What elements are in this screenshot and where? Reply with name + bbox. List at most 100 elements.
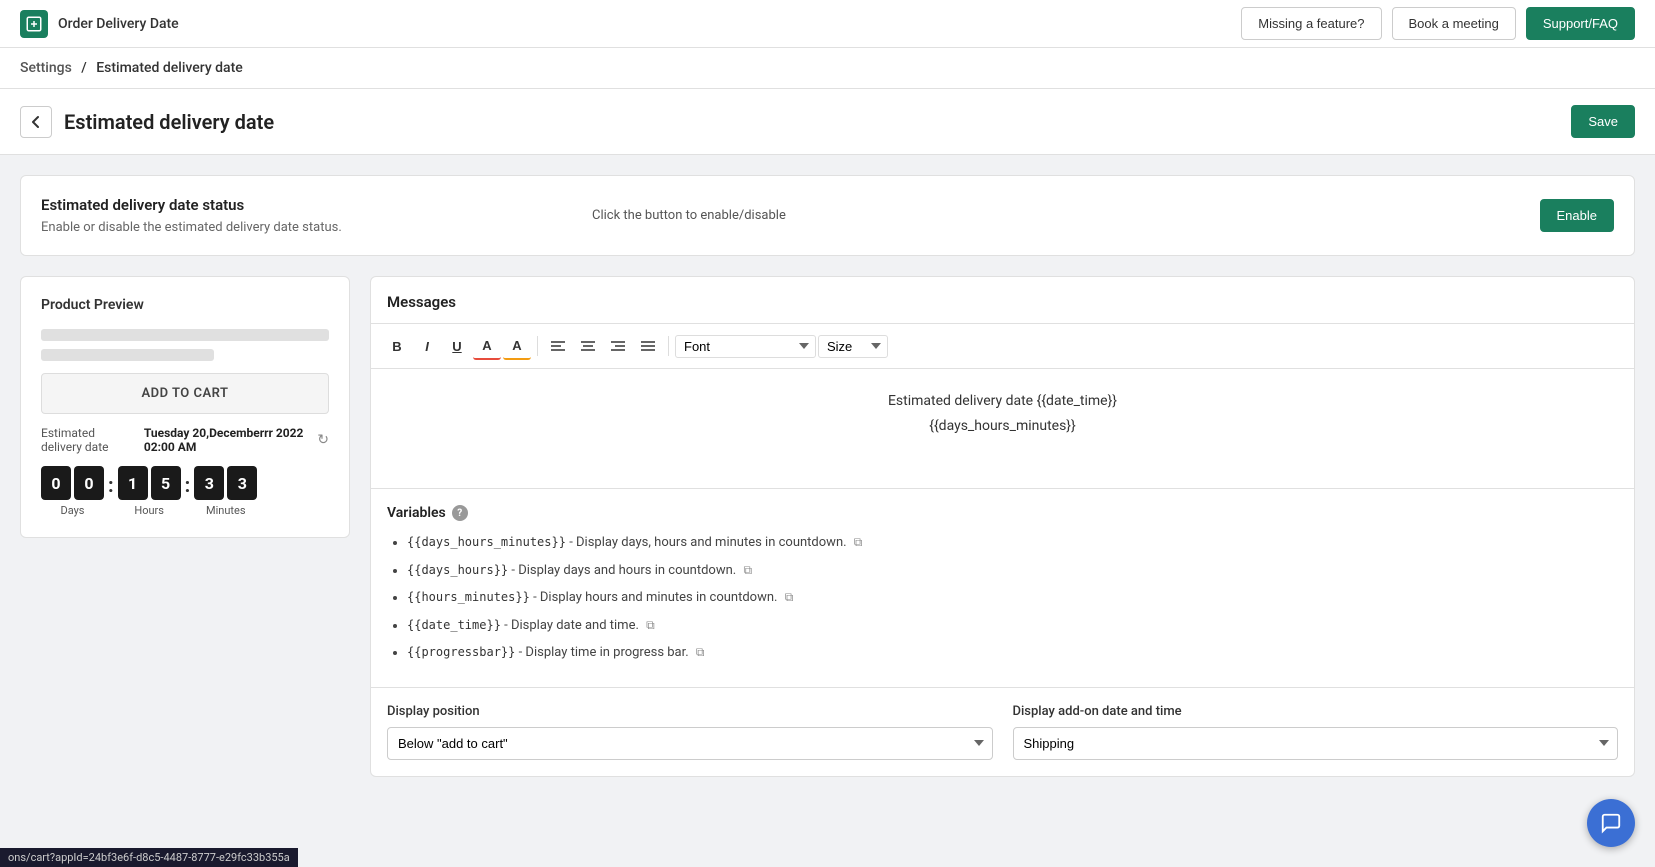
countdown-days-d1: 0 <box>41 466 71 500</box>
copy-icon-1[interactable]: ⧉ <box>854 535 863 549</box>
copy-icon-3[interactable]: ⧉ <box>785 590 794 604</box>
book-meeting-button[interactable]: Book a meeting <box>1392 7 1516 40</box>
delivery-text: Estimated delivery date <box>41 426 138 454</box>
var-code-2[interactable]: {{days_hours}} <box>407 563 508 577</box>
product-preview-title: Product Preview <box>41 297 329 313</box>
countdown-days-label: Days <box>60 504 84 517</box>
font-select[interactable]: Font Arial Georgia Times New Roman <box>675 335 816 358</box>
display-position-group: Display position Below "add to cart" Abo… <box>387 704 993 760</box>
app-logo-icon <box>25 15 43 33</box>
chat-icon <box>1600 812 1622 834</box>
countdown-colon-1: : <box>108 473 114 497</box>
help-icon[interactable]: ? <box>452 505 468 521</box>
add-to-cart-button[interactable]: ADD TO CART <box>41 373 329 414</box>
url-bar: ons/cart?appId=24bf3e6f-d8c5-4487-8777-e… <box>0 848 298 867</box>
underline-button[interactable]: U <box>443 332 471 360</box>
var-code-5[interactable]: {{progressbar}} <box>407 645 515 659</box>
missing-feature-button[interactable]: Missing a feature? <box>1241 7 1381 40</box>
countdown-days-group: 0 0 Days <box>41 466 104 517</box>
size-select[interactable]: Size 12 14 16 18 <box>818 335 888 358</box>
delivery-info: Estimated delivery date Tuesday 20,Decem… <box>41 426 329 454</box>
list-item: {{days_hours}} - Display days and hours … <box>407 561 1618 581</box>
list-item: {{progressbar}} - Display time in progre… <box>407 643 1618 663</box>
app-title: Order Delivery Date <box>58 16 179 32</box>
page-title: Estimated delivery date <box>64 110 274 134</box>
url-text: ons/cart?appId=24bf3e6f-d8c5-4487-8777-e… <box>8 851 290 864</box>
enable-button[interactable]: Enable <box>1540 199 1614 232</box>
countdown-hours-group: 1 5 Hours <box>118 466 181 517</box>
var-code-1[interactable]: {{days_hours_minutes}} <box>407 535 566 549</box>
align-center-button[interactable] <box>574 332 602 360</box>
display-row: Display position Below "add to cart" Abo… <box>371 687 1634 776</box>
list-item: {{hours_minutes}} - Display hours and mi… <box>407 588 1618 608</box>
var-desc-3: - Display hours and minutes in countdown… <box>533 590 781 605</box>
page-header-left: Estimated delivery date <box>20 106 274 138</box>
preview-line-2 <box>41 349 214 361</box>
copy-icon-4[interactable]: ⧉ <box>646 618 655 632</box>
display-position-select[interactable]: Below "add to cart" Above "add to cart" … <box>387 727 993 760</box>
countdown-days-d2: 0 <box>74 466 104 500</box>
breadcrumb: Settings / Estimated delivery date <box>20 60 243 76</box>
italic-button[interactable]: I <box>413 332 441 360</box>
col-left: Product Preview ADD TO CART Estimated de… <box>20 276 350 538</box>
var-desc-2: - Display days and hours in countdown. <box>511 563 739 578</box>
save-button[interactable]: Save <box>1571 105 1635 138</box>
countdown-hours-d1: 1 <box>118 466 148 500</box>
variables-list: {{days_hours_minutes}} - Display days, h… <box>387 533 1618 663</box>
var-code-3[interactable]: {{hours_minutes}} <box>407 590 530 604</box>
app-logo <box>20 10 48 38</box>
status-desc: Enable or disable the estimated delivery… <box>41 220 552 235</box>
display-addon-select[interactable]: Shipping Processing Both <box>1013 727 1619 760</box>
align-left-button[interactable] <box>544 332 572 360</box>
refresh-icon[interactable]: ↻ <box>317 432 329 448</box>
two-col-layout: Product Preview ADD TO CART Estimated de… <box>20 276 1635 777</box>
countdown-minutes-d2: 3 <box>227 466 257 500</box>
countdown-minutes-group: 3 3 Minutes <box>194 466 257 517</box>
status-right: Click the button to enable/disable Enabl… <box>552 199 1614 232</box>
chat-bubble-button[interactable] <box>1587 799 1635 847</box>
var-desc-4: - Display date and time. <box>504 618 642 633</box>
status-left: Estimated delivery date status Enable or… <box>41 196 552 235</box>
messages-title: Messages <box>371 277 1634 323</box>
status-title: Estimated delivery date status <box>41 196 552 214</box>
countdown: 0 0 Days : 1 5 Hours : <box>41 466 329 517</box>
toolbar-divider-2 <box>668 336 669 356</box>
align-right-button[interactable] <box>604 332 632 360</box>
font-color-button[interactable]: A <box>473 332 501 360</box>
messages-card: Messages B I U A A <box>370 276 1635 777</box>
variables-title: Variables ? <box>387 505 1618 521</box>
bold-button[interactable]: B <box>383 332 411 360</box>
var-code-4[interactable]: {{date_time}} <box>407 618 501 632</box>
display-position-label: Display position <box>387 704 993 719</box>
editor-line-2: {{days_hours_minutes}} <box>391 414 1614 439</box>
copy-icon-5[interactable]: ⧉ <box>696 645 705 659</box>
back-button[interactable] <box>20 106 52 138</box>
list-item: {{days_hours_minutes}} - Display days, h… <box>407 533 1618 553</box>
product-preview-card: Product Preview ADD TO CART Estimated de… <box>20 276 350 538</box>
toolbar-divider-1 <box>537 336 538 356</box>
justify-button[interactable] <box>634 332 662 360</box>
editor-area[interactable]: Estimated delivery date {{date_time}} {{… <box>371 369 1634 489</box>
display-addon-group: Display add-on date and time Shipping Pr… <box>1013 704 1619 760</box>
var-desc-1: - Display days, hours and minutes in cou… <box>569 535 850 550</box>
countdown-hours-digits: 1 5 <box>118 466 181 500</box>
preview-line-1 <box>41 329 329 341</box>
countdown-hours-d2: 5 <box>151 466 181 500</box>
breadcrumb-separator: / <box>81 60 86 76</box>
status-note: Click the button to enable/disable <box>592 208 786 223</box>
countdown-days-digits: 0 0 <box>41 466 104 500</box>
var-desc-5: - Display time in progress bar. <box>519 645 692 660</box>
countdown-minutes-d1: 3 <box>194 466 224 500</box>
topbar: Order Delivery Date Missing a feature? B… <box>0 0 1655 48</box>
editor-toolbar: B I U A A <box>371 323 1634 369</box>
support-faq-button[interactable]: Support/FAQ <box>1526 7 1635 40</box>
variables-label: Variables <box>387 505 446 521</box>
breadcrumb-parent[interactable]: Settings <box>20 60 72 76</box>
topbar-left: Order Delivery Date <box>20 10 179 38</box>
back-arrow-icon <box>29 115 43 129</box>
main-content: Estimated delivery date status Enable or… <box>0 175 1655 797</box>
breadcrumb-bar: Settings / Estimated delivery date <box>0 48 1655 89</box>
countdown-minutes-label: Minutes <box>206 504 246 517</box>
copy-icon-2[interactable]: ⧉ <box>743 563 752 577</box>
bg-color-button[interactable]: A <box>503 332 531 360</box>
